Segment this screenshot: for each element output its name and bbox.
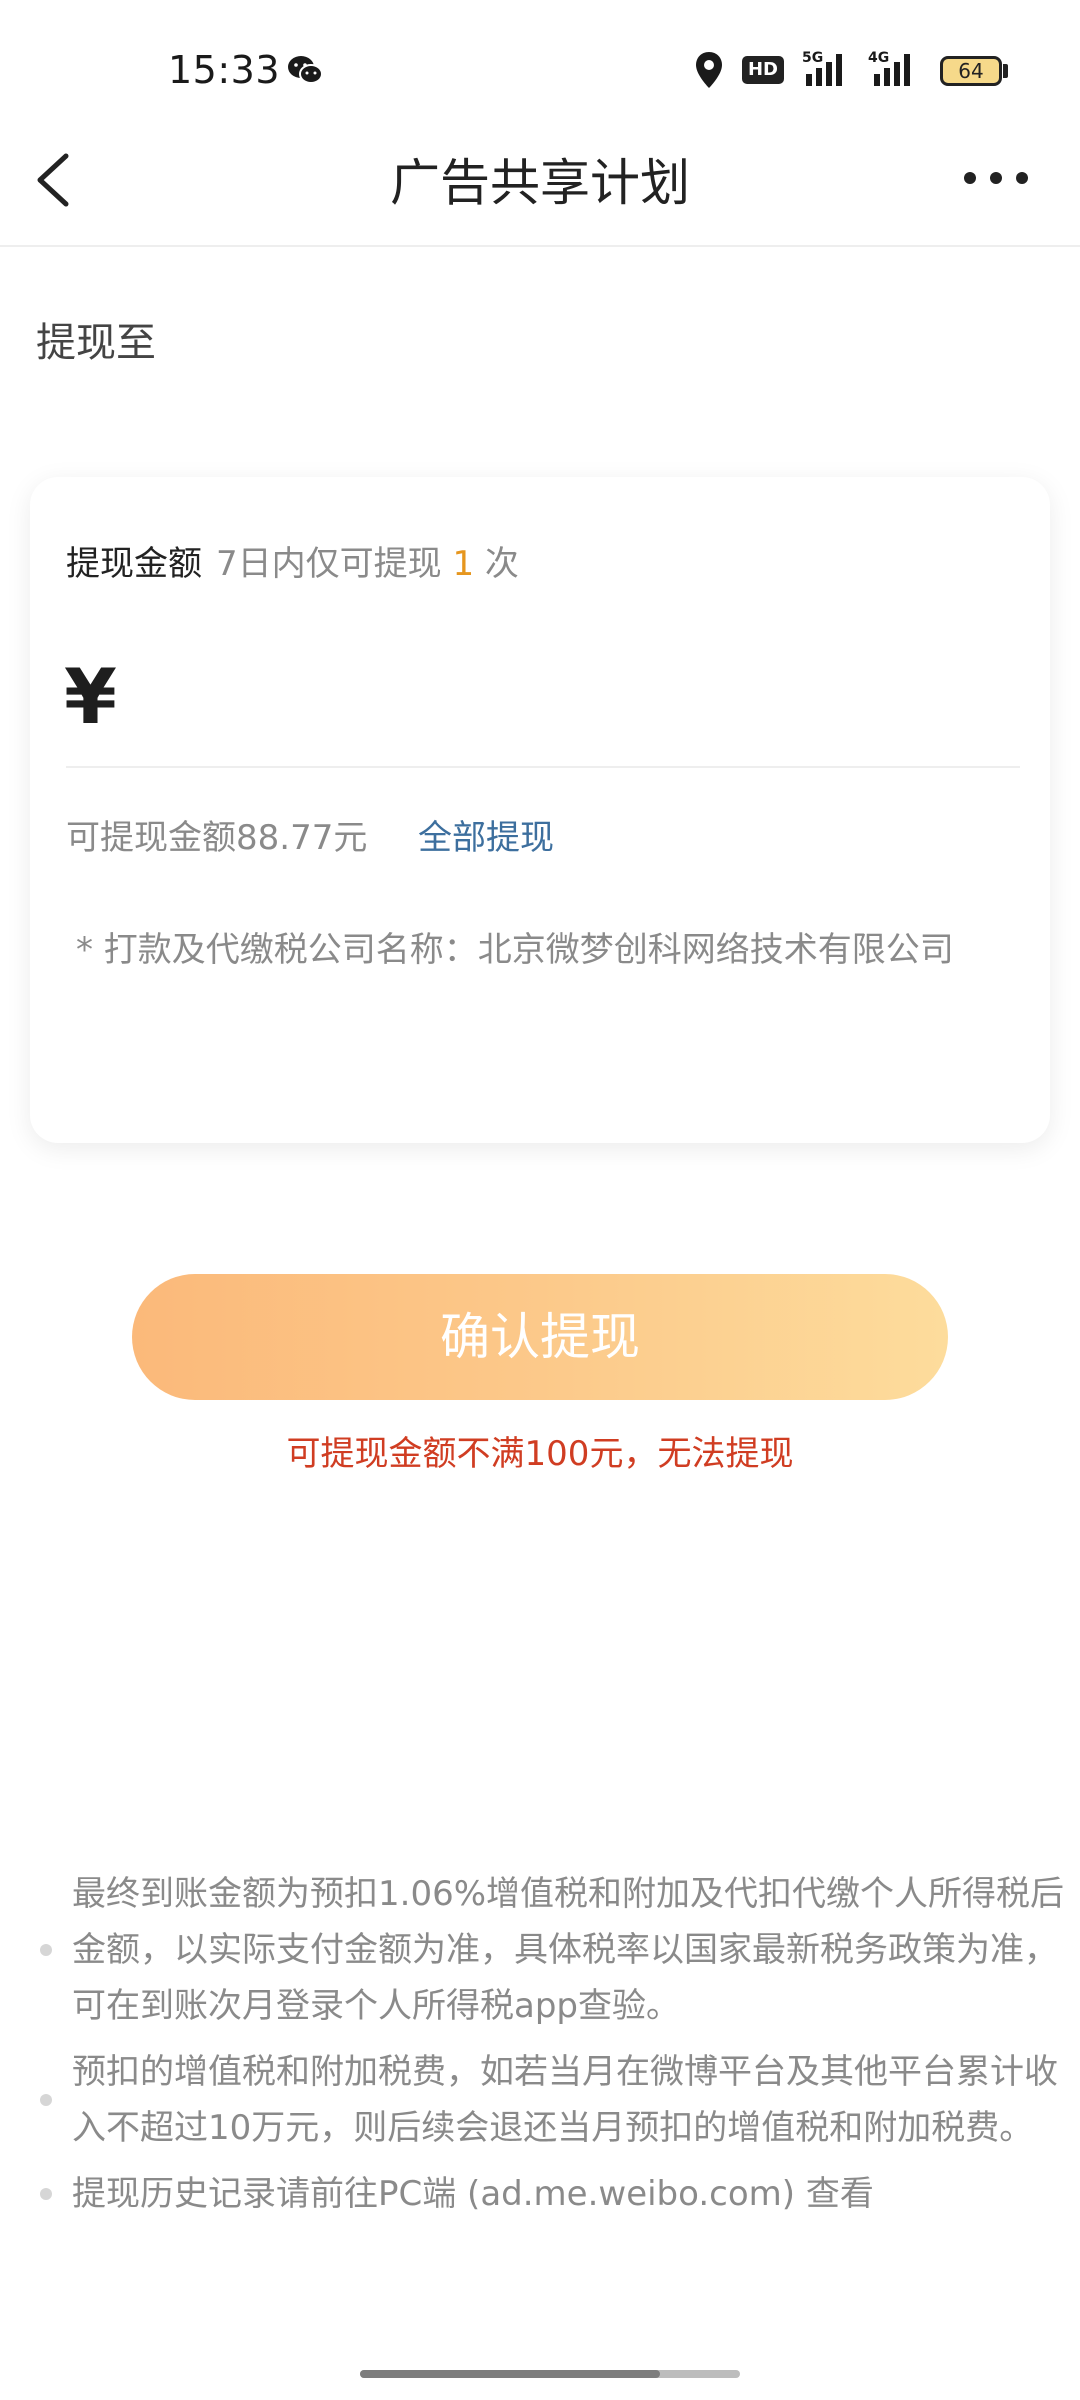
limit-suffix: 次 <box>484 544 519 584</box>
error-message: 可提现金额不满100元，无法提现 <box>286 1434 794 1474</box>
amount-label: 提现金额 <box>66 544 202 584</box>
back-arrow-icon[interactable] <box>28 148 76 212</box>
confirm-withdraw-button[interactable]: 确认提现 <box>132 1274 948 1400</box>
amount-input[interactable]: ¥ <box>64 652 117 741</box>
location-icon <box>696 52 722 88</box>
battery-level: 64 <box>958 59 984 83</box>
available-amount: 可提现金额88.77元 <box>66 818 368 858</box>
notes-list: 最终到账金额为预扣1.06%增值税和附加及代扣代缴个人所得税后金额，以实际支付金… <box>36 1866 1076 2232</box>
amount-divider <box>66 766 1020 768</box>
note-text: 预扣的增值税和附加税费，如若当月在微博平台及其他平台累计收入不超过10万元，则后… <box>72 2052 1058 2148</box>
signal-icon-4g: 4G <box>868 50 910 86</box>
limit-prefix: 7日内仅可提现 <box>216 544 442 584</box>
more-icon[interactable] <box>960 168 1032 188</box>
note-text: 最终到账金额为预扣1.06%增值税和附加及代扣代缴个人所得税后金额，以实际支付金… <box>72 1874 1065 2026</box>
currency-symbol: ¥ <box>64 652 117 741</box>
battery-cap <box>1003 64 1008 78</box>
note-item[interactable]: 提现历史记录请前往PC端 (ad.me.weibo.com) 查看 <box>36 2166 1076 2222</box>
note-text: 提现历史记录请前往PC端 (ad.me.weibo.com) 查看 <box>72 2174 874 2214</box>
svg-text:4G: 4G <box>868 50 889 66</box>
withdraw-limit-note: 7日内仅可提现 1 次 <box>216 536 519 585</box>
note-item: 预扣的增值税和附加税费，如若当月在微博平台及其他平台累计收入不超过10万元，则后… <box>36 2044 1076 2156</box>
bullet-icon <box>40 2188 52 2200</box>
svg-text:5G: 5G <box>802 50 823 66</box>
signal-icon-5g: 5G <box>802 50 842 86</box>
home-indicator-fill <box>360 2370 660 2378</box>
bullet-icon <box>40 1944 52 1956</box>
battery-icon: 64 <box>940 56 1002 86</box>
bullet-icon <box>40 2094 52 2106</box>
note-item: 最终到账金额为预扣1.06%增值税和附加及代扣代缴个人所得税后金额，以实际支付金… <box>36 1866 1076 2034</box>
withdraw-to-label[interactable]: 提现至 <box>36 310 156 368</box>
status-time: 15:33 <box>168 48 281 92</box>
withdraw-all-link[interactable]: 全部提现 <box>418 810 554 859</box>
limit-count: 1 <box>452 544 475 584</box>
company-note: * 打款及代缴税公司名称：北京微梦创科网络技术有限公司 <box>76 930 954 970</box>
page-title: 广告共享计划 <box>390 154 690 212</box>
hd-voice-badge: HD <box>742 56 784 84</box>
wechat-icon <box>288 56 323 84</box>
